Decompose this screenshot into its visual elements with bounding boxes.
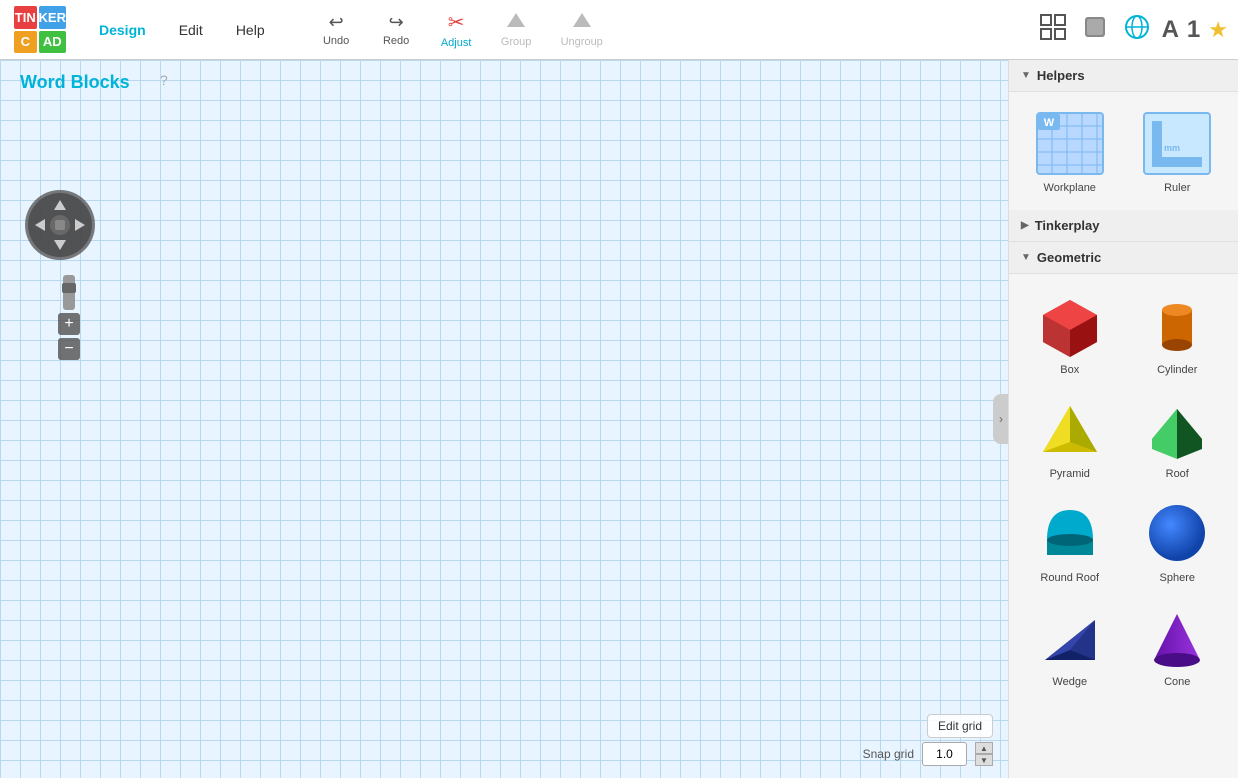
zoom-in-button[interactable]: + xyxy=(58,313,80,335)
group-label: Group xyxy=(501,36,532,48)
logo-cell-ker: KER xyxy=(39,6,66,29)
sphere-label: Sphere xyxy=(1160,572,1195,584)
svg-text:mm: mm xyxy=(1164,143,1180,153)
snap-grid-row: Snap grid ▲ ▼ xyxy=(863,742,993,766)
section-helpers-header[interactable]: ▼ Helpers xyxy=(1009,60,1238,92)
ruler-label: Ruler xyxy=(1164,182,1190,194)
pyramid-icon xyxy=(1035,394,1105,464)
undo-label: Undo xyxy=(323,35,349,47)
ungroup-button[interactable]: Ungroup xyxy=(549,7,615,52)
number-icon: 1 xyxy=(1187,16,1200,44)
roof-icon xyxy=(1142,394,1212,464)
roof-item[interactable]: Roof xyxy=(1127,388,1229,486)
undo-icon: ↩ xyxy=(329,12,344,33)
ungroup-label: Ungroup xyxy=(561,36,603,48)
right-tools: A 1 ★ xyxy=(1036,10,1228,50)
section-geometric-header[interactable]: ▼ Geometric xyxy=(1009,242,1238,274)
cone-item[interactable]: Cone xyxy=(1127,596,1229,694)
workplane-item[interactable]: W Workplane xyxy=(1019,102,1121,200)
star-icon[interactable]: ★ xyxy=(1208,17,1228,43)
adjust-label: Adjust xyxy=(441,37,472,49)
helpers-grid: W Workplane mm Ruler xyxy=(1009,92,1238,210)
pyramid-label: Pyramid xyxy=(1050,468,1090,480)
nav-design[interactable]: Design xyxy=(85,16,160,44)
round-roof-item[interactable]: Round Roof xyxy=(1019,492,1121,590)
logo-cell-c: C xyxy=(14,31,37,54)
3d-view-icon[interactable] xyxy=(1078,10,1112,50)
svg-text:W: W xyxy=(1044,117,1055,129)
undo-button[interactable]: ↩ Undo xyxy=(309,8,364,51)
topbar: TIN KER C AD Design Edit Help ↩ Undo ↪ R… xyxy=(0,0,1238,60)
roof-label: Roof xyxy=(1166,468,1189,480)
help-hint[interactable]: ? xyxy=(160,72,168,88)
snap-down-arrow[interactable]: ▼ xyxy=(975,754,993,766)
snap-up-arrow[interactable]: ▲ xyxy=(975,742,993,754)
grid-view-icon[interactable] xyxy=(1036,10,1070,50)
wedge-icon xyxy=(1035,602,1105,672)
edit-grid-button[interactable]: Edit grid xyxy=(927,714,993,738)
tinkercad-logo[interactable]: TIN KER C AD xyxy=(10,2,70,57)
section-tinkerplay-header[interactable]: ▶ Tinkerplay xyxy=(1009,210,1238,242)
tinkerplay-label: Tinkerplay xyxy=(1035,218,1100,233)
canvas-area[interactable]: Word Blocks ? + xyxy=(0,60,1008,778)
nav-help[interactable]: Help xyxy=(222,16,279,44)
main-area: Word Blocks ? + xyxy=(0,60,1238,778)
pyramid-item[interactable]: Pyramid xyxy=(1019,388,1121,486)
logo-cell-tin: TIN xyxy=(14,6,37,29)
helpers-arrow-icon: ▼ xyxy=(1021,70,1031,81)
adjust-icon: ✂ xyxy=(448,10,465,35)
nav-control[interactable] xyxy=(25,190,95,260)
round-roof-label: Round Roof xyxy=(1040,572,1099,584)
redo-icon: ↪ xyxy=(389,12,404,33)
box-item[interactable]: Box xyxy=(1019,284,1121,382)
text-a-icon[interactable]: A xyxy=(1162,16,1179,44)
wedge-item[interactable]: Wedge xyxy=(1019,596,1121,694)
workplane-label: Workplane xyxy=(1044,182,1096,194)
wedge-label: Wedge xyxy=(1052,676,1087,688)
geometric-arrow-icon: ▼ xyxy=(1021,252,1031,263)
tinkerplay-arrow-icon: ▶ xyxy=(1021,220,1029,231)
snap-grid-label: Snap grid xyxy=(863,747,914,761)
ruler-icon-shape: mm xyxy=(1142,108,1212,178)
nav-menu: Design Edit Help xyxy=(85,16,279,44)
round-roof-icon xyxy=(1035,498,1105,568)
right-panel: ▼ Helpers xyxy=(1008,60,1238,778)
adjust-button[interactable]: ✂ Adjust xyxy=(429,6,484,53)
group-button[interactable]: Group xyxy=(489,7,544,52)
cone-icon xyxy=(1142,602,1212,672)
box-label: Box xyxy=(1060,364,1079,376)
box-icon xyxy=(1035,290,1105,360)
geometric-grid: Box Cylinder xyxy=(1009,274,1238,704)
canvas-title: Word Blocks xyxy=(20,72,130,93)
snap-arrows: ▲ ▼ xyxy=(975,742,993,766)
redo-label: Redo xyxy=(383,35,409,47)
ruler-item[interactable]: mm Ruler xyxy=(1127,102,1229,200)
nav-edit[interactable]: Edit xyxy=(165,16,217,44)
sphere-icon xyxy=(1142,498,1212,568)
toolbar: ↩ Undo ↪ Redo ✂ Adjust Group Ungroup xyxy=(309,6,615,53)
logo-cell-ad: AD xyxy=(39,31,66,54)
ungroup-icon xyxy=(571,11,593,34)
geometric-label: Geometric xyxy=(1037,250,1101,265)
group-icon xyxy=(505,11,527,34)
globe-icon[interactable] xyxy=(1120,10,1154,50)
workplane-icon: W xyxy=(1035,108,1105,178)
panel-collapse-handle[interactable]: › xyxy=(993,394,1008,444)
redo-button[interactable]: ↪ Redo xyxy=(369,8,424,51)
sphere-item[interactable]: Sphere xyxy=(1127,492,1229,590)
cylinder-item[interactable]: Cylinder xyxy=(1127,284,1229,382)
helpers-label: Helpers xyxy=(1037,68,1085,83)
cone-label: Cone xyxy=(1164,676,1190,688)
cylinder-label: Cylinder xyxy=(1157,364,1197,376)
cylinder-icon xyxy=(1142,290,1212,360)
snap-value-input[interactable] xyxy=(922,742,967,766)
zoom-controls: + − xyxy=(58,275,80,360)
zoom-out-button[interactable]: − xyxy=(58,338,80,360)
zoom-slider-track xyxy=(63,275,75,310)
